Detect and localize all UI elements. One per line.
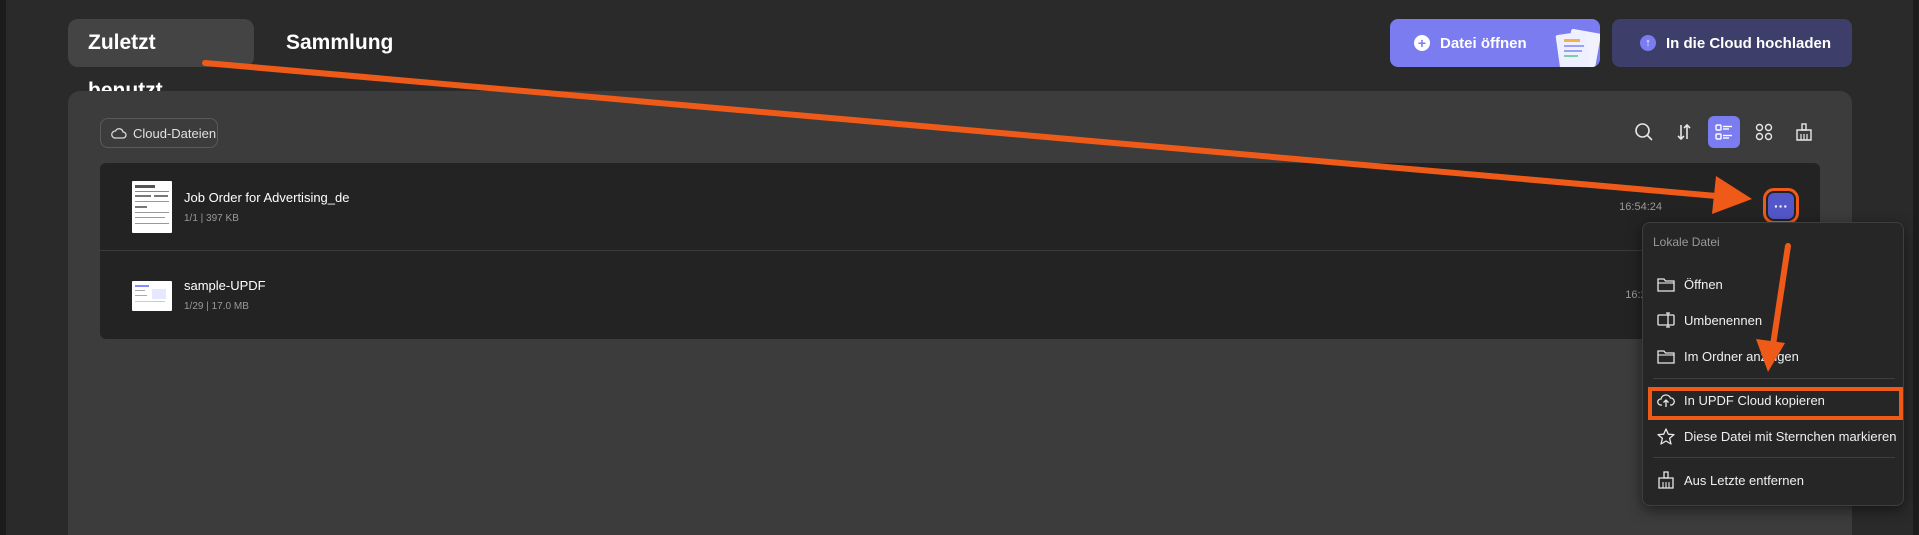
file-thumbnail [132, 181, 172, 233]
star-icon [1657, 427, 1675, 445]
file-row[interactable]: Job Order for Advertising_de 1/1 | 397 K… [100, 163, 1820, 251]
menu-item-rename[interactable]: Umbenennen [1643, 303, 1905, 337]
menu-item-label: Öffnen [1684, 276, 1723, 292]
file-context-menu: Lokale Datei Öffnen Umbenennen Im Ordner… [1642, 222, 1904, 506]
documents-illustration-icon [1555, 29, 1600, 67]
upload-cloud-label: In die Cloud hochladen [1666, 34, 1831, 52]
menu-item-label: Umbenennen [1684, 312, 1763, 328]
file-time: 16:54:24 [1619, 201, 1662, 213]
grid-view-button[interactable] [1748, 116, 1780, 148]
upload-cloud-button[interactable]: ↑ In die Cloud hochladen [1612, 19, 1852, 67]
right-edge [1913, 0, 1919, 535]
ellipsis-icon: ··· [1774, 198, 1788, 214]
upload-arrow-icon: ↑ [1640, 35, 1656, 51]
open-file-button[interactable]: + Datei öffnen [1390, 19, 1600, 67]
cloud-icon [111, 128, 127, 139]
menu-section-label: Lokale Datei [1653, 235, 1720, 249]
recent-files-panel: Cloud-Dateien Job Order for Advertising_… [68, 91, 1852, 535]
list-view-button[interactable] [1708, 116, 1740, 148]
left-edge [0, 0, 6, 535]
cloud-files-label: Cloud-Dateien [133, 125, 217, 141]
folder-icon [1657, 278, 1675, 292]
sort-button[interactable] [1668, 116, 1700, 148]
file-name: Job Order for Advertising_de [184, 190, 350, 205]
menu-divider [1653, 457, 1895, 458]
menu-item-remove-from-recent[interactable]: Aus Letzte entfernen [1643, 463, 1905, 497]
clear-button[interactable] [1788, 116, 1820, 148]
menu-divider [1653, 378, 1895, 379]
more-options-button[interactable]: ··· [1763, 188, 1799, 224]
tab-recent[interactable]: Zuletzt benutzt [68, 19, 254, 102]
file-list: Job Order for Advertising_de 1/1 | 397 K… [100, 163, 1820, 339]
search-button[interactable] [1628, 116, 1660, 148]
plus-icon: + [1414, 35, 1430, 51]
file-row[interactable]: sample-UPDF 1/29 | 17.0 MB 16:28:0 [100, 251, 1820, 339]
search-icon [1635, 123, 1653, 141]
menu-item-show-in-folder[interactable]: Im Ordner anzeigen [1643, 339, 1905, 373]
folder-icon [1657, 350, 1675, 364]
annotation-highlight-box [1648, 387, 1903, 420]
tab-collection[interactable]: Sammlung [266, 19, 416, 67]
broom-icon [1658, 471, 1674, 489]
open-file-label: Datei öffnen [1440, 34, 1527, 52]
file-meta: 1/29 | 17.0 MB [184, 301, 249, 312]
grid-view-icon [1755, 123, 1773, 141]
view-toolbar [1628, 116, 1828, 148]
clear-icon [1796, 123, 1812, 141]
sort-icon [1677, 123, 1691, 141]
menu-item-star[interactable]: Diese Datei mit Sternchen markieren [1643, 419, 1905, 453]
menu-item-label: Diese Datei mit Sternchen markieren [1684, 428, 1897, 444]
menu-item-label: Im Ordner anzeigen [1684, 348, 1799, 364]
menu-item-open[interactable]: Öffnen [1643, 267, 1905, 301]
app-window: Zuletzt benutzt Sammlung + Datei öffnen … [0, 0, 1919, 535]
list-view-icon [1715, 124, 1732, 140]
rename-icon [1657, 312, 1675, 328]
file-name: sample-UPDF [184, 278, 266, 293]
file-meta: 1/1 | 397 KB [184, 213, 239, 224]
cloud-files-filter[interactable]: Cloud-Dateien [100, 118, 218, 148]
file-thumbnail [132, 281, 172, 311]
menu-item-label: Aus Letzte entfernen [1684, 472, 1804, 488]
